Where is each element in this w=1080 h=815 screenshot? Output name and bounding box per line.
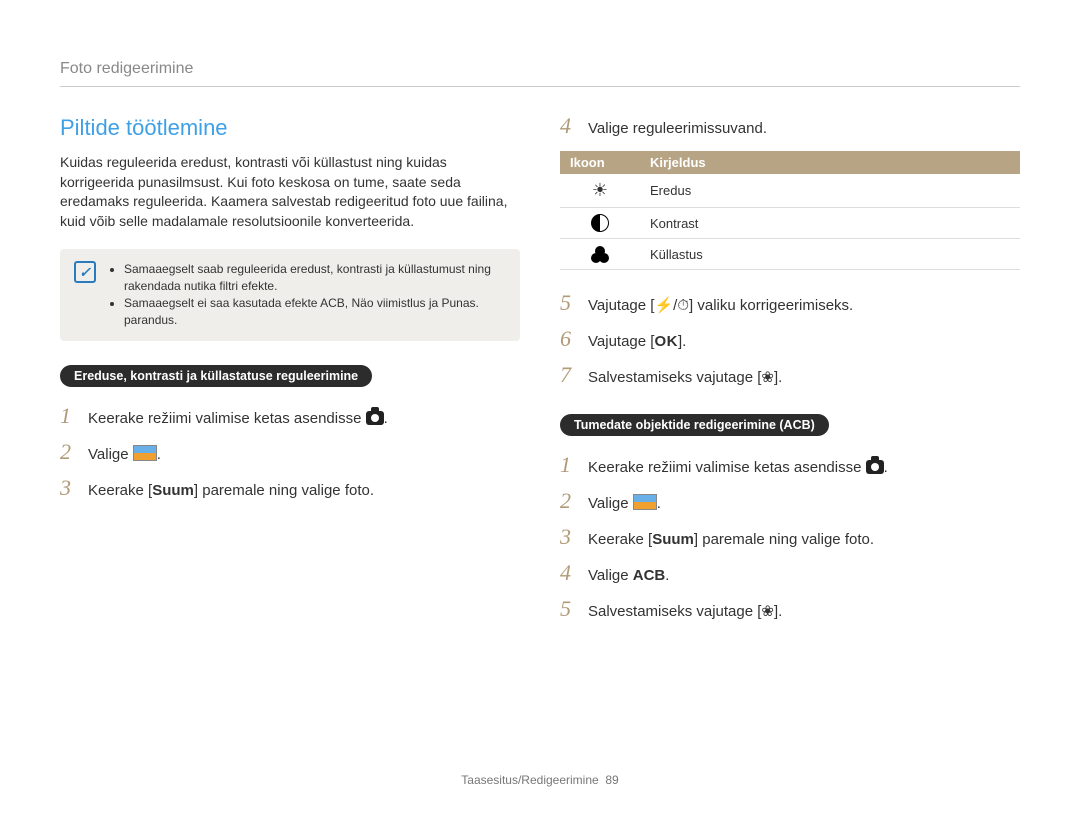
picture-icon (633, 494, 657, 510)
step-number: 2 (60, 441, 76, 463)
section-title: Piltide töötlemine (60, 115, 520, 141)
zoom-label: Suum (152, 482, 194, 499)
step-text: Vajutage [ (588, 297, 654, 314)
acb-step-5: 5 Salvestamiseks vajutage [❀]. (560, 598, 1020, 622)
options-table: Ikoon Kirjeldus ☀ Eredus Kontrast (560, 151, 1020, 270)
acb-step-1: 1 Keerake režiimi valimise ketas asendis… (560, 454, 1020, 478)
table-header-desc: Kirjeldus (640, 151, 1020, 174)
step-2: 2 Valige . (60, 441, 520, 465)
step-number: 5 (560, 598, 576, 620)
step-7: 7 Salvestamiseks vajutage [❀]. (560, 364, 1020, 388)
step-text: Salvestamiseks vajutage [ (588, 603, 761, 620)
table-row: ☀ Eredus (560, 174, 1020, 208)
left-column: Piltide töötlemine Kuidas reguleerida er… (60, 115, 520, 634)
step-text: ]. (678, 333, 686, 350)
macro-icon: ❀ (761, 367, 774, 388)
picture-icon (133, 445, 157, 461)
step-number: 2 (560, 490, 576, 512)
macro-icon: ❀ (761, 601, 774, 622)
subsection-pill: Ereduse, kontrasti ja küllastatuse regul… (60, 365, 372, 387)
step-number: 1 (60, 405, 76, 427)
table-cell: Kontrast (640, 208, 1020, 239)
step-5: 5 Vajutage [⚡/⏱] valiku korrigeerimiseks… (560, 292, 1020, 316)
step-number: 7 (560, 364, 576, 386)
step-number: 3 (60, 477, 76, 499)
header-breadcrumb: Foto redigeerimine (60, 60, 1020, 87)
acb-step-2: 2 Valige . (560, 490, 1020, 514)
acb-step-3: 3 Keerake [Suum] paremale ning valige fo… (560, 526, 1020, 550)
note-box: ✓ Samaaegselt saab reguleerida eredust, … (60, 249, 520, 340)
step-3: 3 Keerake [Suum] paremale ning valige fo… (60, 477, 520, 501)
step-text: ] paremale ning valige foto. (694, 531, 874, 548)
table-row: Kontrast (560, 208, 1020, 239)
step-text: Salvestamiseks vajutage [ (588, 369, 761, 386)
step-text: Valige reguleerimissuvand. (588, 118, 767, 139)
step-number: 5 (560, 292, 576, 314)
subsection-pill-acb: Tumedate objektide redigeerimine (ACB) (560, 414, 829, 436)
info-icon: ✓ (74, 261, 96, 283)
table-header-icon: Ikoon (560, 151, 640, 174)
note-item: Samaaegselt saab reguleerida eredust, ko… (124, 261, 506, 295)
table-cell: Eredus (640, 174, 1020, 208)
timer-icon: ⏱ (677, 295, 689, 316)
mode-dial-icon (866, 460, 884, 474)
brightness-icon: ☀ (592, 180, 608, 200)
intro-text: Kuidas reguleerida eredust, kontrasti võ… (60, 153, 520, 231)
step-text: Valige (88, 446, 133, 463)
step-text: Keerake [ (88, 482, 152, 499)
step-6: 6 Vajutage [OK]. (560, 328, 1020, 352)
right-column: 4 Valige reguleerimissuvand. Ikoon Kirje… (560, 115, 1020, 634)
step-1: 1 Keerake režiimi valimise ketas asendis… (60, 405, 520, 429)
step-text: Valige (588, 567, 633, 584)
step-number: 3 (560, 526, 576, 548)
step-number: 4 (560, 115, 576, 137)
contrast-icon (591, 214, 609, 232)
step-text: Keerake [ (588, 531, 652, 548)
step-text: Vajutage [ (588, 333, 654, 350)
step-text: ] paremale ning valige foto. (194, 482, 374, 499)
mode-dial-icon (366, 411, 384, 425)
step-text: Keerake režiimi valimise ketas asendisse (88, 410, 366, 427)
table-row: Küllastus (560, 239, 1020, 270)
ok-icon: OK (654, 331, 678, 352)
footer-section: Taasesitus/Redigeerimine (461, 773, 598, 787)
note-item: Samaaegselt ei saa kasutada efekte ACB, … (124, 295, 506, 329)
step-number: 6 (560, 328, 576, 350)
flash-icon: ⚡ (654, 295, 673, 316)
page-footer: Taasesitus/Redigeerimine 89 (0, 773, 1080, 787)
table-cell: Küllastus (640, 239, 1020, 270)
acb-label: ACB (633, 567, 666, 584)
step-text: Valige (588, 495, 633, 512)
zoom-label: Suum (652, 531, 694, 548)
step-number: 1 (560, 454, 576, 476)
step-text: ]. (774, 603, 782, 620)
step-text: ]. (774, 369, 782, 386)
acb-step-4: 4 Valige ACB. (560, 562, 1020, 586)
step-4: 4 Valige reguleerimissuvand. (560, 115, 1020, 139)
saturation-icon (591, 246, 609, 262)
step-text: ] valiku korrigeerimiseks. (689, 297, 853, 314)
step-number: 4 (560, 562, 576, 584)
page-number: 89 (605, 773, 618, 787)
step-text: Keerake režiimi valimise ketas asendisse (588, 459, 866, 476)
